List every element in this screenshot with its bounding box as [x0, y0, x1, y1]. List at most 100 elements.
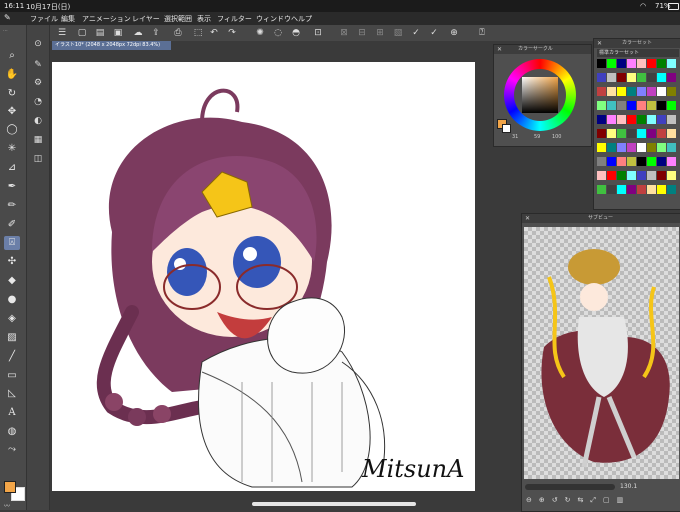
layers-icon[interactable]: ◫ — [31, 152, 45, 166]
trash-icon[interactable]: ▥ — [617, 496, 631, 504]
frame-icon[interactable]: ▭ — [4, 369, 20, 383]
loading-icon[interactable]: ✺ — [254, 27, 266, 39]
color-swatch[interactable] — [597, 171, 606, 180]
move-icon[interactable]: ✥ — [4, 105, 20, 119]
color-swatch[interactable] — [667, 115, 676, 124]
color-swatch[interactable] — [627, 59, 636, 68]
pen-icon[interactable]: ✒ — [4, 180, 20, 194]
open-icon[interactable]: ▤ — [94, 27, 106, 39]
color-swatch[interactable] — [617, 157, 626, 166]
color-swatch[interactable] — [667, 73, 676, 82]
color-swatch[interactable] — [637, 115, 646, 124]
color-swatch[interactable] — [607, 129, 616, 138]
color-swatch[interactable] — [667, 143, 676, 152]
decoration-icon[interactable]: ✣ — [4, 255, 20, 269]
text-icon[interactable]: A — [4, 406, 20, 420]
eraser-icon[interactable]: ◆ — [4, 274, 20, 288]
zoom-slider[interactable] — [525, 484, 615, 490]
color-swatch[interactable] — [667, 157, 676, 166]
crop-icon[interactable]: ⊟ — [356, 27, 368, 39]
help-icon[interactable]: ⍰ — [476, 27, 488, 39]
main-color-swatch[interactable] — [4, 481, 16, 493]
color-swatch[interactable] — [597, 87, 606, 96]
color-swatch[interactable] — [627, 185, 636, 194]
sub-tool-icon[interactable]: ✎ — [31, 58, 45, 72]
color-swatch[interactable] — [657, 129, 666, 138]
snap-grid-icon[interactable]: ⊕ — [448, 27, 460, 39]
color-swatch[interactable] — [627, 101, 636, 110]
color-swatch[interactable] — [647, 115, 656, 124]
pencil-icon[interactable]: ✏ — [4, 199, 20, 213]
undo-icon[interactable]: ↶ — [208, 27, 220, 39]
color-wheel-icon[interactable]: ◐ — [31, 114, 45, 128]
close-icon[interactable]: ✕ — [597, 39, 602, 48]
color-swatch[interactable] — [657, 143, 666, 152]
zoom-icon[interactable]: ⌕ — [4, 49, 20, 63]
color-swatch[interactable] — [647, 73, 656, 82]
color-swatch[interactable] — [597, 59, 606, 68]
color-swatch[interactable] — [637, 59, 646, 68]
hand-icon[interactable]: ✋ — [4, 68, 20, 82]
menu-layer[interactable]: レイヤー — [132, 14, 160, 24]
expand-icon[interactable]: ▧ — [392, 27, 404, 39]
color-swatch[interactable] — [607, 73, 616, 82]
menu-edit[interactable]: 編集 — [61, 14, 75, 24]
wand-icon[interactable]: ✳ — [4, 142, 20, 156]
color-swatch[interactable] — [617, 87, 626, 96]
color-swatch[interactable] — [607, 185, 616, 194]
color-swatch[interactable] — [627, 129, 636, 138]
transform-icon[interactable]: ⊡ — [312, 27, 324, 39]
layer-property-icon[interactable]: ▦ — [31, 133, 45, 147]
color-swatch[interactable] — [607, 143, 616, 152]
menu-filter[interactable]: フィルター — [217, 14, 252, 24]
airbrush-icon[interactable]: ⍓ — [4, 236, 20, 250]
menu-help[interactable]: ヘルプ — [291, 14, 312, 24]
color-swatch[interactable] — [657, 59, 666, 68]
color-swatch[interactable] — [627, 115, 636, 124]
redo-icon[interactable]: ↷ — [226, 27, 238, 39]
color-swatch[interactable] — [647, 185, 656, 194]
color-swatch[interactable] — [657, 115, 666, 124]
color-swatch[interactable] — [657, 171, 666, 180]
color-swatch[interactable] — [627, 171, 636, 180]
color-swatch[interactable] — [617, 101, 626, 110]
menu-icon[interactable]: ☰ — [56, 27, 68, 39]
color-swatch[interactable] — [637, 143, 646, 152]
save-icon[interactable]: ▣ — [112, 27, 124, 39]
brush-icon[interactable]: ✐ — [4, 218, 20, 232]
close-icon[interactable]: ✕ — [525, 214, 530, 223]
color-swatch[interactable] — [617, 143, 626, 152]
eyedropper-icon[interactable]: ⊿ — [4, 161, 20, 175]
fill-layer-icon[interactable]: ◓ — [290, 27, 302, 39]
color-swatch[interactable] — [637, 87, 646, 96]
color-swatch[interactable] — [597, 129, 606, 138]
color-swatch[interactable] — [617, 171, 626, 180]
color-swatch[interactable] — [607, 171, 616, 180]
color-swatch[interactable] — [637, 129, 646, 138]
fill-icon[interactable]: ◈ — [4, 312, 20, 326]
color-swatch[interactable] — [597, 157, 606, 166]
select-icon[interactable]: ◯ — [4, 123, 20, 137]
color-swatch[interactable] — [647, 171, 656, 180]
color-swatch[interactable] — [647, 157, 656, 166]
snap-special-icon[interactable]: ✓ — [428, 27, 440, 39]
rotate-icon[interactable]: ↻ — [4, 87, 20, 101]
fit-icon[interactable]: ⤢ — [590, 496, 603, 504]
color-swatch[interactable] — [657, 87, 666, 96]
zoom-in-icon[interactable]: ⊕ — [539, 496, 552, 504]
color-swatch[interactable] — [637, 157, 646, 166]
color-swatch[interactable] — [667, 101, 676, 110]
tool-property-icon[interactable]: ⚙ — [31, 76, 45, 90]
brush-size-icon[interactable]: ◔ — [31, 95, 45, 109]
color-swatch[interactable] — [627, 87, 636, 96]
app-menu-icon[interactable]: ✎ — [4, 13, 20, 23]
color-swatch[interactable] — [647, 59, 656, 68]
deselect-icon[interactable]: ⊠ — [338, 27, 350, 39]
color-swatch[interactable] — [597, 143, 606, 152]
document-icon[interactable]: ⬚ — [192, 27, 204, 39]
color-swatch[interactable] — [617, 115, 626, 124]
folder-icon[interactable]: ▢ — [603, 496, 617, 504]
navigator-preview[interactable] — [524, 227, 679, 479]
saturation-square[interactable] — [522, 77, 558, 113]
print-icon[interactable]: ⎙ — [172, 27, 184, 39]
